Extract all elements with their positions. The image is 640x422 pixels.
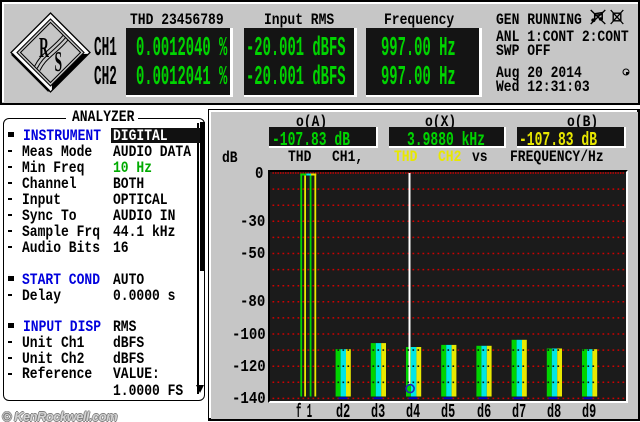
- svg-text:S: S: [55, 45, 63, 77]
- svg-text:R: R: [39, 31, 49, 63]
